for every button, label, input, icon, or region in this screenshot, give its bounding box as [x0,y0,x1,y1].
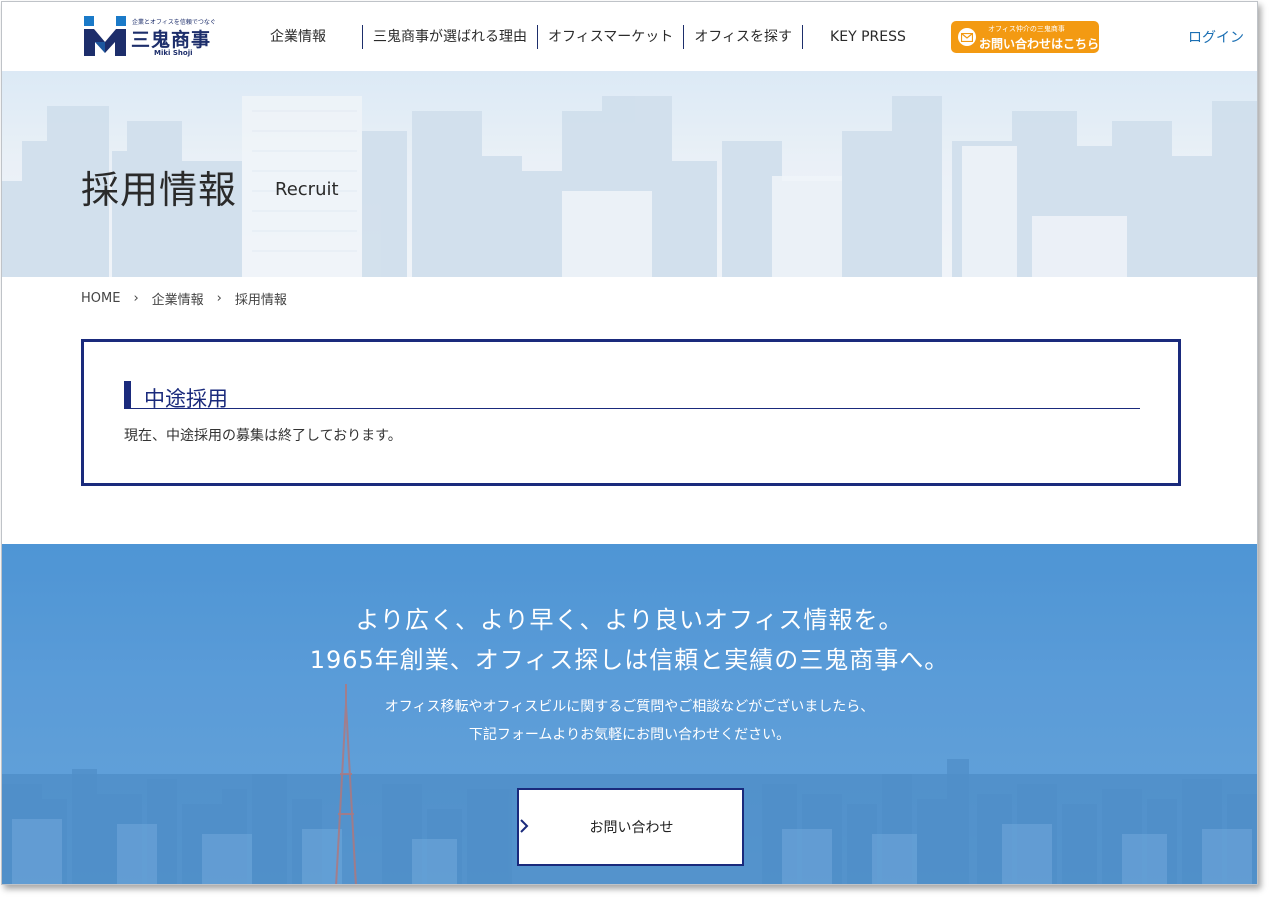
page-subtitle: Recruit [275,179,339,200]
heading-underline [124,408,1140,409]
hero-banner: 採用情報 Recruit [2,71,1257,277]
mail-icon [958,28,976,46]
contact-button-caption: オフィス仲介の三鬼商事 [988,25,1065,33]
contact-button[interactable]: オフィス仲介の三鬼商事 お問い合わせはこちら [951,21,1099,53]
nav-item-market[interactable]: オフィスマーケット [538,25,683,49]
site-header: 企業とオフィスを信頼でつなぐ 三鬼商事 Miki Shoji 企業情報 三鬼商事… [2,2,1257,71]
logo-mark-icon [84,16,126,56]
breadcrumb-current: 採用情報 [234,293,287,308]
section-text: 現在、中途採用の募集は終了しております。 [124,428,402,444]
login-link[interactable]: ログイン [1188,27,1244,47]
contact-cta-section: より広く、より早く、より良いオフィス情報を。 1965年創業、オフィス探しは信頼… [2,544,1257,884]
contact-button-label: お問い合わせはこちら [979,37,1100,51]
inquiry-button-label: お問い合わせ [589,820,674,836]
breadcrumb-company[interactable]: 企業情報 [152,289,204,308]
nav-item-company[interactable]: 企業情報 [260,25,336,49]
breadcrumb-home[interactable]: HOME [81,291,120,306]
nav-item-reasons[interactable]: 三鬼商事が選ばれる理由 [363,25,537,49]
cta-headline-2: 1965年創業、オフィス探しは信頼と実績の三鬼商事へ。 [309,646,950,674]
inquiry-button[interactable]: お問い合わせ [517,788,744,866]
cta-headline-1: より広く、より早く、より良いオフィス情報を。 [355,606,904,634]
page-frame: 企業とオフィスを信頼でつなぐ 三鬼商事 Miki Shoji 企業情報 三鬼商事… [1,1,1258,885]
cta-body-1: オフィス移転やオフィスビルに関するご質問やご相談などがございましたら、 [384,699,875,715]
cta-body-2: 下記フォームよりお気軽にお問い合わせください。 [468,727,791,743]
chevron-right-icon: › [216,291,222,306]
main-nav: 企業情報 三鬼商事が選ばれる理由 オフィスマーケット オフィスを探す KEY P… [252,24,916,50]
nav-item-key-press[interactable]: KEY PRESS [820,25,916,49]
page-title: 採用情報 [81,168,238,212]
logo-name: 三鬼商事 [131,29,212,51]
breadcrumb: HOME › 企業情報 › 採用情報 [81,289,287,308]
heading-accent-bar [124,381,131,408]
recruit-section: 中途採用 現在、中途採用の募集は終了しております。 [81,339,1181,486]
chevron-right-icon [520,819,529,833]
chevron-right-icon: › [133,291,139,306]
logo-roman: Miki Shoji [154,49,193,57]
site-logo[interactable]: 企業とオフィスを信頼でつなぐ 三鬼商事 Miki Shoji [84,16,224,60]
nav-divider [802,25,804,49]
nav-item-search-office[interactable]: オフィスを探す [684,25,802,49]
